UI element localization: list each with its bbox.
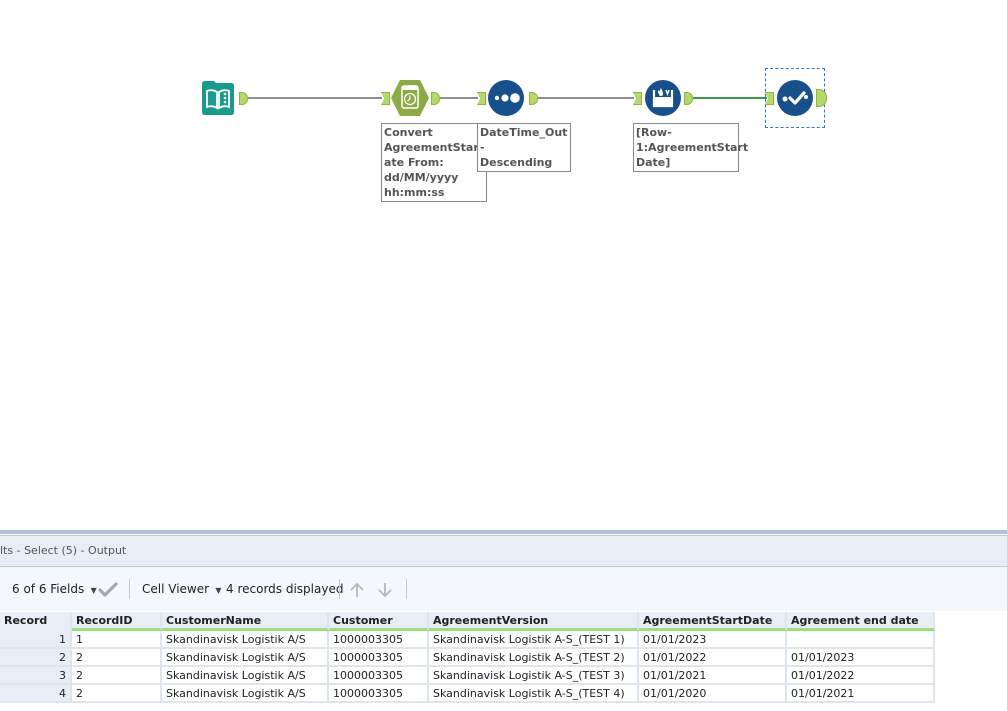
multirow-input-anchor[interactable] [633, 92, 642, 105]
multirow-tool-annotation: [Row- 1:AgreementStart Date] [633, 123, 748, 172]
chevron-down-icon: ▼ [88, 586, 97, 595]
cell-agreementstartdate[interactable]: 01/01/2022 [639, 649, 787, 667]
column-header-recordid[interactable]: RecordID [72, 612, 162, 631]
cell-recordid[interactable]: 2 [72, 667, 162, 685]
clock-calendar-icon [391, 80, 429, 116]
column-header-customer[interactable]: Customer [329, 612, 429, 631]
scroll-up-button[interactable] [348, 567, 366, 611]
book-icon [202, 81, 234, 115]
multi-row-formula-icon [652, 88, 674, 108]
arrow-up-icon [350, 582, 364, 597]
cell-customer[interactable]: 1000003305 [329, 631, 429, 649]
input-data-tool[interactable] [200, 80, 236, 116]
results-grid: Record RecordID CustomerName Customer Ag… [0, 612, 935, 703]
results-toolbar: 6 of 6 Fields ▼ Cell Viewer ▼ 4 records … [0, 567, 1007, 611]
connection-sort-to-multirow[interactable] [536, 97, 634, 99]
select-output-anchor[interactable] [816, 89, 827, 107]
column-header-agreement-end-date[interactable]: Agreement end date [787, 612, 935, 631]
apply-fields-button[interactable] [98, 567, 118, 611]
connection-input-to-datetime[interactable] [246, 97, 382, 99]
scroll-down-button[interactable] [376, 567, 394, 611]
cell-agreementversion[interactable]: Skandinavisk Logistik A-S_(TEST 4) [429, 685, 639, 703]
datetime-output-anchor[interactable] [431, 92, 440, 105]
record-number-cell[interactable]: 1 [0, 631, 72, 649]
cell-agreementversion[interactable]: Skandinavisk Logistik A-S_(TEST 1) [429, 631, 639, 649]
table-row[interactable]: 2 2 Skandinavisk Logistik A/S 1000003305… [0, 649, 935, 667]
cell-recordid[interactable]: 1 [72, 631, 162, 649]
cell-viewer-dropdown[interactable]: Cell Viewer ▼ [142, 567, 222, 611]
select-check-icon [782, 91, 808, 105]
sort-input-anchor[interactable] [477, 92, 486, 105]
cell-customer[interactable]: 1000003305 [329, 685, 429, 703]
table-row[interactable]: 4 2 Skandinavisk Logistik A/S 1000003305… [0, 685, 935, 703]
datetime-input-anchor[interactable] [381, 92, 390, 105]
results-panel: lts - Select (5) - Output 6 of 6 Fields … [0, 530, 1007, 711]
cell-agreementversion[interactable]: Skandinavisk Logistik A-S_(TEST 2) [429, 649, 639, 667]
cell-recordid[interactable]: 2 [72, 685, 162, 703]
cell-customername[interactable]: Skandinavisk Logistik A/S [162, 667, 329, 685]
column-header-record[interactable]: Record [0, 612, 72, 631]
toolbar-divider [129, 579, 130, 599]
cell-agreement-end-date[interactable]: 01/01/2023 [787, 649, 935, 667]
column-header-customername[interactable]: CustomerName [162, 612, 329, 631]
cell-recordid[interactable]: 2 [72, 649, 162, 667]
results-panel-title: lts - Select (5) - Output [0, 535, 1007, 567]
panel-top-border [0, 530, 1007, 534]
toolbar-divider [339, 579, 340, 599]
connection-multirow-to-select[interactable] [690, 97, 767, 99]
toolbar-divider [406, 579, 407, 599]
records-displayed-status: 4 records displayed [226, 582, 344, 596]
cell-agreementstartdate[interactable]: 01/01/2021 [639, 667, 787, 685]
cell-agreementversion[interactable]: Skandinavisk Logistik A-S_(TEST 3) [429, 667, 639, 685]
connection-datetime-to-sort[interactable] [438, 97, 478, 99]
datetime-tool-annotation: Convert AgreementStartD ate From: dd/MM/… [381, 123, 493, 202]
grid-header-row: Record RecordID CustomerName Customer Ag… [0, 612, 935, 631]
cell-viewer-label: Cell Viewer [142, 582, 210, 596]
record-number-cell[interactable]: 2 [0, 649, 72, 667]
table-row[interactable]: 1 1 Skandinavisk Logistik A/S 1000003305… [0, 631, 935, 649]
multirow-output-anchor[interactable] [684, 92, 693, 105]
fields-dropdown[interactable]: 6 of 6 Fields ▼ [12, 567, 97, 611]
sort-tool-annotation: DateTime_Out - Descending [477, 123, 571, 172]
sort-tool[interactable] [488, 80, 524, 116]
input-output-anchor[interactable] [239, 92, 248, 105]
cell-agreementstartdate[interactable]: 01/01/2020 [639, 685, 787, 703]
chevron-down-icon: ▼ [212, 586, 222, 595]
cell-customer[interactable]: 1000003305 [329, 649, 429, 667]
cell-customername[interactable]: Skandinavisk Logistik A/S [162, 649, 329, 667]
cell-customername[interactable]: Skandinavisk Logistik A/S [162, 631, 329, 649]
cell-customer[interactable]: 1000003305 [329, 667, 429, 685]
column-header-agreementversion[interactable]: AgreementVersion [429, 612, 639, 631]
fields-dropdown-label: 6 of 6 Fields [12, 582, 85, 596]
sort-dots-icon [494, 93, 520, 103]
cell-agreement-end-date[interactable]: 01/01/2022 [787, 667, 935, 685]
record-number-cell[interactable]: 3 [0, 667, 72, 685]
cell-agreement-end-date[interactable]: 01/01/2021 [787, 685, 935, 703]
multi-row-formula-tool[interactable] [645, 80, 681, 116]
cell-customername[interactable]: Skandinavisk Logistik A/S [162, 685, 329, 703]
column-header-agreementstartdate[interactable]: AgreementStartDate [639, 612, 787, 631]
datetime-tool[interactable] [390, 79, 430, 117]
checkmark-icon [98, 581, 118, 597]
table-row[interactable]: 3 2 Skandinavisk Logistik A/S 1000003305… [0, 667, 935, 685]
cell-agreement-end-date[interactable] [787, 631, 935, 649]
cell-agreementstartdate[interactable]: 01/01/2023 [639, 631, 787, 649]
record-number-cell[interactable]: 4 [0, 685, 72, 703]
sort-output-anchor[interactable] [529, 92, 538, 105]
workflow-canvas[interactable]: Convert AgreementStartD ate From: dd/MM/… [0, 0, 1007, 530]
select-tool[interactable] [777, 80, 813, 116]
arrow-down-icon [378, 582, 392, 597]
